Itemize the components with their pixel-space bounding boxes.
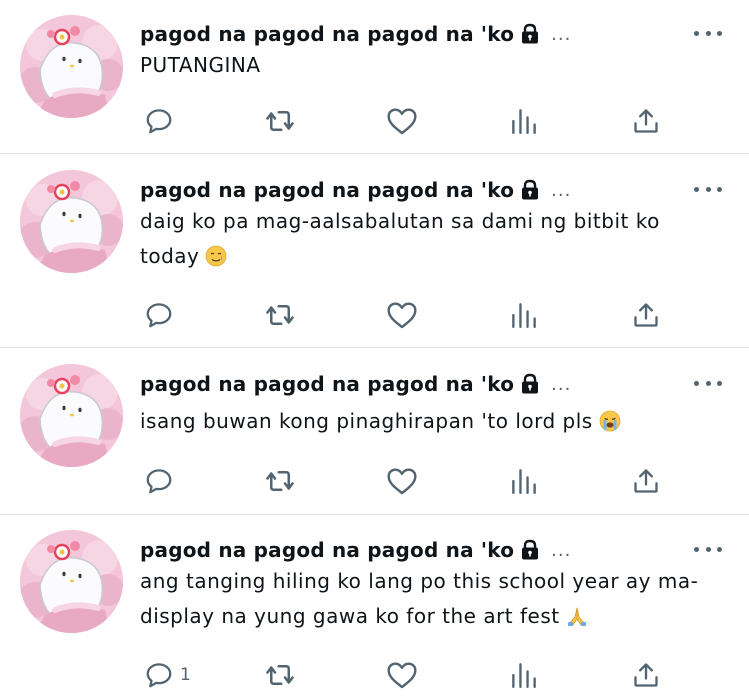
tweet-text-line: display na yung gawa ko for the art fest <box>140 599 730 638</box>
folded-hands-emoji <box>566 603 588 638</box>
tweet-text-line: today <box>140 239 730 278</box>
share-icon <box>634 303 658 327</box>
like-button[interactable] <box>386 461 418 501</box>
more-options-icon[interactable] <box>694 541 722 557</box>
tweet-text-line: isang buwan kong pinaghirapan 'to lord p… <box>140 409 593 433</box>
tweet[interactable]: pagod na pagod na pagod na 'ko ... PUTAN… <box>0 0 749 153</box>
header-truncation: ... <box>551 539 572 561</box>
header-truncation: ... <box>551 179 572 201</box>
lock-icon <box>519 23 541 45</box>
avatar-image <box>20 530 123 633</box>
display-name[interactable]: pagod na pagod na pagod na 'ko <box>140 372 514 396</box>
more-options-icon[interactable] <box>694 181 722 197</box>
tweet[interactable]: pagod na pagod na pagod na 'ko ... isang… <box>0 348 749 514</box>
reply-button[interactable] <box>144 101 180 141</box>
reply-icon <box>146 663 172 688</box>
reply-icon <box>146 303 172 328</box>
reply-button[interactable] <box>144 295 180 335</box>
reply-icon <box>146 469 172 494</box>
retweet-icon <box>266 111 294 131</box>
share-button[interactable] <box>632 295 660 335</box>
analytics-icon <box>512 663 536 688</box>
header-truncation: ... <box>551 373 572 395</box>
tweet-actions <box>0 295 749 335</box>
reply-button[interactable]: 1 <box>144 655 191 695</box>
avatar[interactable] <box>20 364 123 467</box>
like-button[interactable] <box>386 655 418 695</box>
share-button[interactable] <box>632 461 660 501</box>
tweet-text-line: daig ko pa mag-aalsabalutan sa dami ng b… <box>140 209 660 233</box>
tweet-header: pagod na pagod na pagod na 'ko ... <box>140 175 571 205</box>
views-button[interactable] <box>511 655 537 695</box>
share-icon <box>634 469 658 493</box>
tweet-header: pagod na pagod na pagod na 'ko ... <box>140 19 571 49</box>
display-name[interactable]: pagod na pagod na pagod na 'ko <box>140 178 514 202</box>
tweet-text-line: PUTANGINA <box>140 53 261 77</box>
tweet-actions <box>0 461 749 501</box>
like-button[interactable] <box>386 101 418 141</box>
more-options-icon[interactable] <box>694 25 722 41</box>
tweet-text-line: ang tanging hiling ko lang po this schoo… <box>140 569 699 593</box>
tweet-header: pagod na pagod na pagod na 'ko ... <box>140 535 571 565</box>
share-button[interactable] <box>632 655 660 695</box>
tweet[interactable]: pagod na pagod na pagod na 'ko ... ang t… <box>0 515 749 699</box>
views-button[interactable] <box>511 101 537 141</box>
tweet-text: PUTANGINA <box>140 48 730 83</box>
lock-icon <box>519 539 541 561</box>
analytics-icon <box>512 469 536 494</box>
retweet-button[interactable] <box>262 461 298 501</box>
tweet-text: isang buwan kong pinaghirapan 'to lord p… <box>140 404 730 443</box>
retweet-button[interactable] <box>262 101 298 141</box>
reply-icon <box>146 109 172 134</box>
share-icon <box>634 663 658 687</box>
tweet-actions: 1 <box>0 655 749 695</box>
views-button[interactable] <box>511 461 537 501</box>
reply-button[interactable] <box>144 461 180 501</box>
retweet-button[interactable] <box>262 655 298 695</box>
heart-icon <box>387 302 417 329</box>
tweet-actions <box>0 101 749 141</box>
more-options-icon[interactable] <box>694 375 722 391</box>
reply-count: 1 <box>180 665 191 685</box>
avatar-image <box>20 364 123 467</box>
analytics-icon <box>512 109 536 134</box>
share-button[interactable] <box>632 101 660 141</box>
display-name[interactable]: pagod na pagod na pagod na 'ko <box>140 22 514 46</box>
tweet-text: ang tanging hiling ko lang po this schoo… <box>140 564 730 638</box>
loudly-crying-emoji <box>599 408 621 443</box>
share-icon <box>634 109 658 133</box>
header-truncation: ... <box>551 23 572 45</box>
heart-icon <box>387 662 417 689</box>
heart-icon <box>387 468 417 495</box>
avatar[interactable] <box>20 170 123 273</box>
tweet-header: pagod na pagod na pagod na 'ko ... <box>140 369 571 399</box>
lock-icon <box>519 373 541 395</box>
retweet-icon <box>266 471 294 491</box>
avatar-image <box>20 170 123 273</box>
lock-icon <box>519 179 541 201</box>
views-button[interactable] <box>511 295 537 335</box>
retweet-icon <box>266 665 294 685</box>
analytics-icon <box>512 303 536 328</box>
avatar[interactable] <box>20 530 123 633</box>
display-name[interactable]: pagod na pagod na pagod na 'ko <box>140 538 514 562</box>
retweet-icon <box>266 305 294 325</box>
heart-icon <box>387 108 417 135</box>
like-button[interactable] <box>386 295 418 335</box>
crying-smile-emoji <box>205 243 227 278</box>
tweet-text: daig ko pa mag-aalsabalutan sa dami ng b… <box>140 204 730 278</box>
tweet[interactable]: pagod na pagod na pagod na 'ko ... daig … <box>0 154 749 347</box>
retweet-button[interactable] <box>262 295 298 335</box>
